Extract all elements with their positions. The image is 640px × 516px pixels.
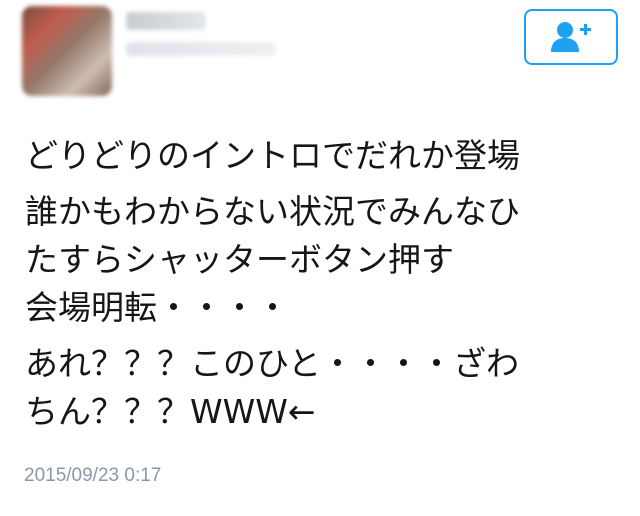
- tweet-timestamp[interactable]: 2015/09/23 0:17: [24, 465, 161, 487]
- tweet-card: どりどりのイントロでだれか登場 誰かもわからない状況でみんなひ たすらシャッター…: [0, 0, 640, 516]
- tweet-text: どりどりのイントロでだれか登場 誰かもわからない状況でみんなひ たすらシャッター…: [25, 132, 625, 436]
- avatar[interactable]: [22, 6, 112, 96]
- blurred-username[interactable]: [126, 42, 276, 56]
- tweet-line: 会場明転・・・・: [25, 288, 289, 327]
- tweet-line: あれ？？？このひと・・・・ざわ: [25, 344, 520, 383]
- tweet-line: たすらシャッターボタン押す: [25, 240, 454, 279]
- tweet-line: どりどりのイントロでだれか登場: [25, 136, 520, 175]
- tweet-line: 誰かもわからない状況でみんなひ: [25, 192, 520, 231]
- follow-button[interactable]: [524, 9, 618, 65]
- blurred-display-name[interactable]: [126, 12, 206, 30]
- add-user-icon: [551, 22, 591, 52]
- tweet-line: ちん？？？WWW←: [25, 392, 316, 431]
